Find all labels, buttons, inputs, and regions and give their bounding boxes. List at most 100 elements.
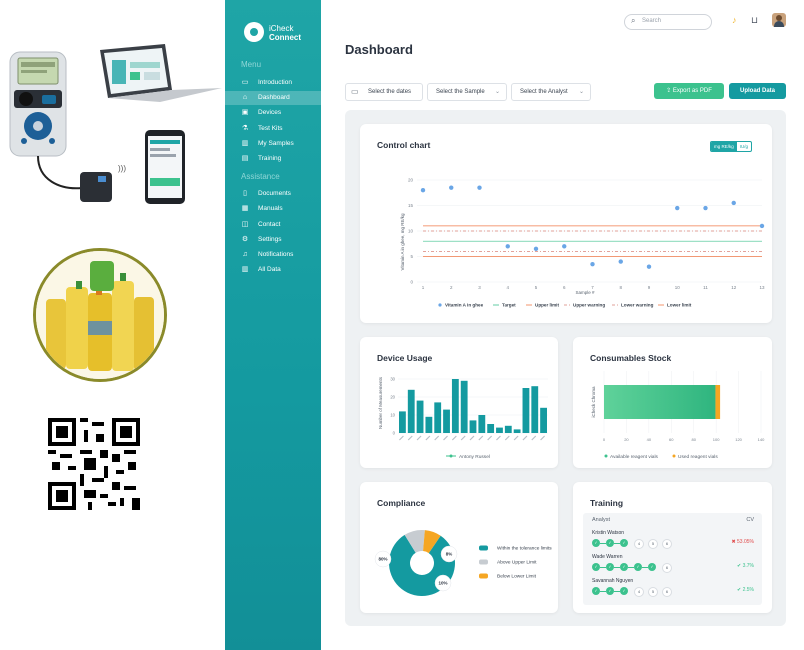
x-tick-label: 120 xyxy=(735,437,742,442)
training-header-cv: CV xyxy=(746,517,754,523)
x-tick-label: 12 xyxy=(731,285,737,290)
usage-bar xyxy=(531,386,539,433)
x-tick-label: 4 xyxy=(506,285,509,290)
data-point xyxy=(703,205,708,211)
control-chart-ylabel: Vitamin A in ghee, mg RE/kg xyxy=(400,213,405,270)
device-usage-card: Device Usage 0 10 20 30 Number of Measureme… xyxy=(360,337,558,468)
analyst-name: Savannah Nguyen xyxy=(592,578,634,584)
monitor-icon: ▭ xyxy=(241,79,249,86)
training-title: Training xyxy=(590,498,624,508)
export-pdf-button[interactable]: ⇪ Export as PDF xyxy=(654,83,724,99)
step-pending: 6 xyxy=(662,539,672,549)
manual-icon: ▦ xyxy=(241,205,249,212)
data-point xyxy=(420,188,426,193)
usage-bar xyxy=(434,402,442,433)
sidebar-item-test-kits[interactable]: ⚗ Test Kits xyxy=(225,122,321,136)
available-bar xyxy=(604,385,716,419)
sidebar-item-all-data[interactable]: ▥ All Data xyxy=(225,263,321,277)
sidebar-item-label: Contact xyxy=(258,221,281,228)
step-complete-icon: ✓ xyxy=(648,563,656,571)
training-icon: ▤ xyxy=(241,155,249,162)
x-tick-label xyxy=(451,435,457,441)
app-name-line1: iCheck xyxy=(269,24,294,33)
sidebar-item-manuals[interactable]: ▦ Manuals xyxy=(225,202,321,216)
usage-bar xyxy=(443,409,450,433)
chevron-down-icon: ⌄ xyxy=(578,89,584,95)
x-tick-label xyxy=(407,435,413,441)
cv-text: 53.05% xyxy=(737,539,754,545)
date-filter[interactable]: ▭ Select the dates xyxy=(345,83,423,101)
sidebar-item-contact[interactable]: ◫ Contact xyxy=(225,218,321,232)
y-tick-label: 0 xyxy=(393,431,396,436)
search-input[interactable]: ⌕ Search xyxy=(624,14,712,30)
consumables-legend-used: Used reagent vials xyxy=(678,454,718,460)
icheck-device-illustration: ))) xyxy=(0,40,228,220)
step-pending: 5 xyxy=(648,587,658,597)
sidebar-item-notifications[interactable]: ♫ Notifications xyxy=(225,248,321,262)
sidebar-item-settings[interactable]: ⚙ Settings xyxy=(225,233,321,247)
x-tick-label xyxy=(443,435,448,441)
usage-bar xyxy=(487,424,495,433)
x-tick-label: 11 xyxy=(703,285,708,290)
contact-icon: ◫ xyxy=(241,221,249,228)
step-complete-icon: ✓ xyxy=(606,587,614,595)
data-icon: ▥ xyxy=(241,266,249,273)
training-table: Analyst CV Kristin Watson ✓ ✓ ✓ 4 5 6 ✖ 53.05% W… xyxy=(583,513,762,605)
sidebar-item-label: Devices xyxy=(258,109,282,116)
sidebar-item-label: My Samples xyxy=(258,140,294,147)
legend-swatch xyxy=(479,573,488,579)
home-icon: ⌂ xyxy=(242,94,248,101)
usage-bar xyxy=(407,389,415,433)
avatar[interactable] xyxy=(772,13,786,27)
sidebar: iCheck Connect Menu ▭ Introduction ⌂ Das… xyxy=(225,0,321,650)
y-tick-label: 0 xyxy=(410,280,413,285)
legend-marker-available xyxy=(604,454,608,458)
consumables-legend-available: Available reagent vials xyxy=(610,454,659,460)
sidebar-item-my-samples[interactable]: ▥ My Samples xyxy=(225,137,321,151)
sidebar-item-devices[interactable]: ▣ Devices xyxy=(225,106,321,120)
x-tick-label: 3 xyxy=(478,285,481,290)
compliance-card: Compliance 80% 10% 8% Within the tolerance… xyxy=(360,482,558,613)
step-complete-icon: ✓ xyxy=(606,563,614,571)
cv-value: ✔ 2.5% xyxy=(737,587,754,593)
dashboard-panel: Control chart mg RE/kg IU/g 0 5 10 15 20 1 2 3 4 5… xyxy=(345,110,786,626)
sidebar-item-introduction[interactable]: ▭ Introduction xyxy=(225,76,321,90)
slice-label: 10% xyxy=(438,581,447,586)
training-row[interactable]: Kristin Watson ✓ ✓ ✓ 4 5 6 ✖ 53.05% xyxy=(583,530,762,552)
bell-icon[interactable]: ♪ xyxy=(732,15,737,25)
x-tick-label: 20 xyxy=(624,437,629,442)
sidebar-item-label: Introduction xyxy=(258,79,292,86)
training-row[interactable]: Wade Warren ✓ ✓ ✓ ✓ ✓ 6 ✔ 3.7% xyxy=(583,554,762,576)
sample-select-label: Select the Sample xyxy=(436,89,485,95)
sidebar-item-training[interactable]: ▤ Training xyxy=(225,152,321,166)
qr-code-image xyxy=(48,418,140,510)
logo-icon xyxy=(244,22,264,42)
y-tick-label: 15 xyxy=(408,203,414,208)
analyst-select[interactable]: Select the Analyst ⌄ xyxy=(511,83,591,101)
cart-icon[interactable]: ⊔ xyxy=(751,15,758,26)
x-tick-label: 2 xyxy=(450,285,453,290)
x-tick-label xyxy=(460,435,466,441)
usage-bar xyxy=(513,429,521,433)
data-point xyxy=(731,200,736,206)
y-tick-label: 10 xyxy=(390,413,395,418)
cv-text: 2.5% xyxy=(742,587,754,593)
sidebar-item-label: Dashboard xyxy=(258,94,290,101)
y-tick-label: 5 xyxy=(410,254,413,259)
legend-marker xyxy=(449,454,453,458)
usage-bar xyxy=(504,425,512,433)
sample-select[interactable]: Select the Sample ⌄ xyxy=(427,83,507,101)
cv-value: ✔ 3.7% xyxy=(737,563,754,569)
used-bar xyxy=(715,385,721,419)
upload-data-button[interactable]: Upload Data xyxy=(729,83,786,99)
sidebar-item-dashboard[interactable]: ⌂ Dashboard xyxy=(225,91,321,105)
x-tick-label xyxy=(513,435,519,441)
x-tick-label: 9 xyxy=(648,285,651,290)
sidebar-item-label: Manuals xyxy=(258,205,283,212)
gear-icon: ⚙ xyxy=(241,236,249,243)
training-card: Training Analyst CV Kristin Watson ✓ ✓ ✓ 4 5 6… xyxy=(573,482,772,613)
training-row[interactable]: Savannah Nguyen ✓ ✓ ✓ 4 5 6 ✔ 2.5% xyxy=(583,578,762,600)
sidebar-item-documents[interactable]: ▯ Documents xyxy=(225,187,321,201)
step-complete-icon: ✓ xyxy=(620,587,628,595)
training-header-analyst: Analyst xyxy=(592,517,611,523)
